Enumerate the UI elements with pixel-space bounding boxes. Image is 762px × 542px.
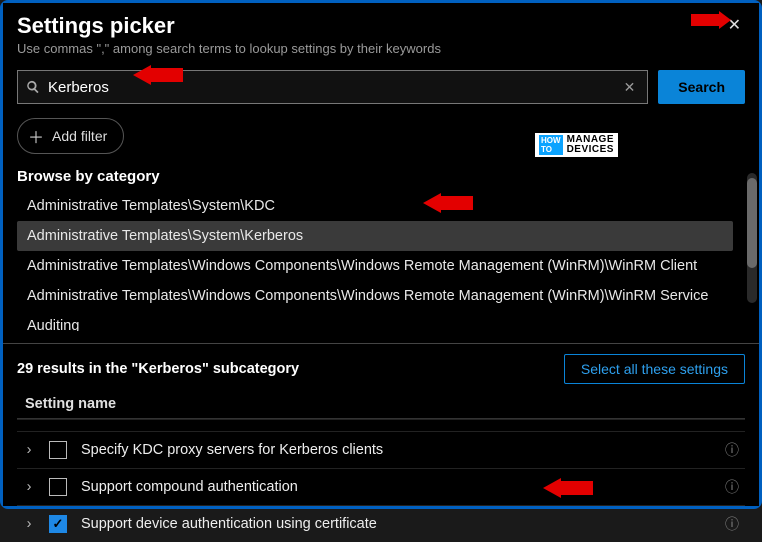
search-field-wrap[interactable]: ✕: [17, 70, 648, 104]
setting-label: Support device authentication using cert…: [81, 516, 711, 532]
category-item[interactable]: Administrative Templates\Windows Compone…: [17, 281, 733, 311]
plus-icon: ＋: [28, 124, 44, 148]
logo-badge: HOWTO: [539, 135, 563, 155]
setting-row[interactable]: › Support compound authentication ⓘ: [17, 468, 745, 505]
checkbox[interactable]: [49, 478, 67, 496]
browse-by-category-label: Browse by category: [17, 168, 745, 185]
overlay-logo: HOWTO MANAGE DEVICES: [533, 131, 620, 159]
logo-line2: DEVICES: [567, 145, 614, 155]
clear-search-icon[interactable]: ✕: [620, 79, 640, 96]
settings-picker-panel: Settings picker Use commas "," among sea…: [3, 3, 759, 506]
info-icon[interactable]: ⓘ: [725, 514, 739, 534]
category-item[interactable]: Administrative Templates\System\Kerberos: [17, 221, 733, 251]
setting-row[interactable]: › Support device authentication using ce…: [17, 505, 745, 542]
category-item[interactable]: Administrative Templates\Windows Compone…: [17, 251, 733, 281]
checkbox[interactable]: [49, 515, 67, 533]
close-button[interactable]: ✕: [724, 13, 745, 37]
search-button[interactable]: Search: [658, 70, 745, 104]
category-scrollbar-thumb[interactable]: [747, 178, 757, 268]
results-count: 29 results in the "Kerberos" subcategory: [17, 361, 299, 377]
setting-label: Specify KDC proxy servers for Kerberos c…: [81, 442, 711, 458]
chevron-right-icon[interactable]: ›: [23, 479, 35, 495]
chevron-right-icon[interactable]: ›: [23, 516, 35, 532]
add-filter-button[interactable]: ＋ Add filter: [17, 118, 124, 154]
panel-title: Settings picker: [17, 13, 441, 39]
panel-subtitle: Use commas "," among search terms to loo…: [17, 41, 441, 56]
category-item[interactable]: Administrative Templates\System\KDC: [17, 191, 733, 221]
select-all-button[interactable]: Select all these settings: [564, 354, 745, 384]
divider: [3, 343, 759, 344]
checkbox[interactable]: [49, 441, 67, 459]
info-icon[interactable]: ⓘ: [725, 477, 739, 497]
search-input[interactable]: [48, 79, 620, 96]
category-list: Administrative Templates\System\KDC Admi…: [17, 191, 745, 331]
chevron-right-icon[interactable]: ›: [23, 442, 35, 458]
add-filter-label: Add filter: [52, 128, 107, 144]
setting-row[interactable]: › Specify KDC proxy servers for Kerberos…: [17, 431, 745, 468]
search-icon: [26, 80, 40, 94]
info-icon[interactable]: ⓘ: [725, 440, 739, 460]
category-item[interactable]: Auditing: [17, 311, 733, 331]
setting-label: Support compound authentication: [81, 479, 711, 495]
column-header-setting-name: Setting name: [17, 396, 745, 412]
